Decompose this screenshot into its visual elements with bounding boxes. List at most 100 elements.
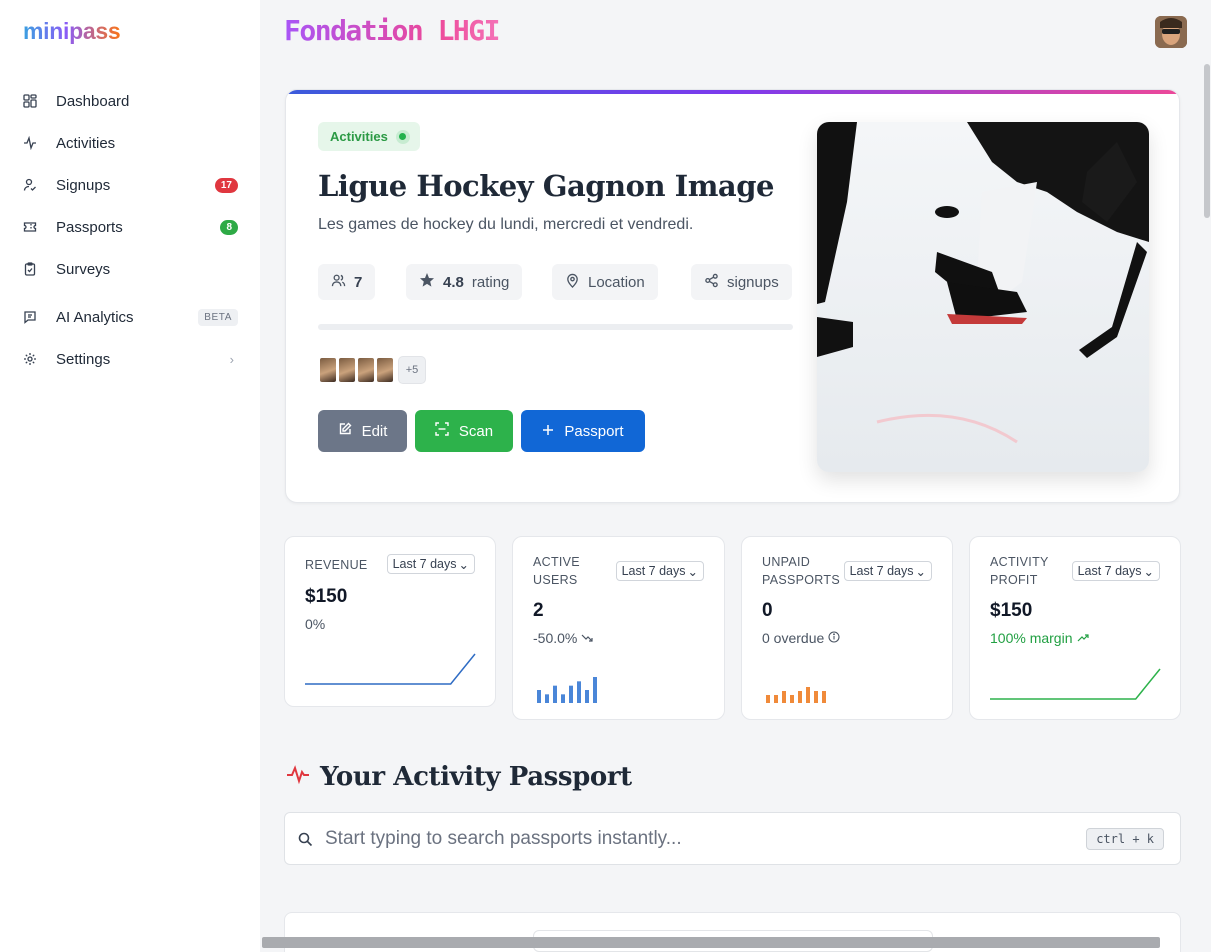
more-participants-count: +5 [398, 356, 426, 384]
participant-avatars[interactable]: +5 [318, 356, 426, 384]
passport-search-input[interactable] [325, 825, 1085, 853]
search-icon [298, 832, 313, 852]
metric-label: ACTIVITY PROFIT [990, 555, 1049, 587]
unpaid-bar-chart [766, 687, 826, 703]
active-users-bar-chart [537, 677, 597, 703]
passports-count-badge: 8 [220, 219, 238, 235]
unpaid-period-select[interactable]: Last 7 days ⌄ [843, 561, 932, 581]
profit-sparkline [990, 668, 1161, 700]
users-count-stat: 7 [318, 264, 376, 300]
sidebar-item-dashboard[interactable]: Dashboard [22, 85, 238, 117]
sidebar-item-label: Signups [56, 176, 111, 194]
metric-label: REVENUE [305, 558, 368, 572]
dashboard-icon [22, 93, 38, 109]
metric-margin-text: 100% margin [990, 630, 1073, 646]
edit-button[interactable]: Edit [318, 410, 407, 452]
period-select-value: Last 7 days [1077, 564, 1142, 578]
beta-badge: BETA [198, 308, 238, 326]
bar [545, 694, 549, 703]
edit-button-label: Edit [361, 422, 388, 440]
user-avatar[interactable] [1155, 16, 1187, 48]
metric-margin: 100% margin [990, 630, 1089, 646]
organization-title: Fondation LHGI [284, 14, 501, 47]
horizontal-scrollbar[interactable] [262, 937, 1160, 948]
bar [553, 685, 557, 703]
metric-value: $150 [305, 586, 348, 607]
map-pin-icon [565, 273, 580, 292]
activity-hero-card: Activities Ligue Hockey Gagnon Image Les… [285, 89, 1180, 503]
section-title: Your Activity Passport [286, 762, 632, 792]
metric-label: UNPAID PASSPORTS [762, 555, 840, 587]
sidebar-item-signups[interactable]: Signups 17 [22, 169, 238, 201]
sidebar-item-passports[interactable]: Passports 8 [22, 211, 238, 243]
revenue-metric-card: REVENUE Last 7 days ⌄ $150 0% [284, 536, 496, 707]
chevron-down-icon: ⌄ [687, 564, 698, 579]
metric-change: -50.0% [533, 630, 593, 646]
period-select-value: Last 7 days [849, 564, 914, 578]
metric-value: 0 [762, 600, 773, 621]
bar [577, 681, 581, 703]
trending-up-icon [1077, 630, 1089, 646]
edit-icon [338, 422, 352, 440]
sidebar: minipass Dashboard Activities Signups 17… [0, 0, 260, 952]
keyboard-shortcut-hint: ctrl + k [1086, 828, 1164, 850]
users-icon [331, 273, 346, 292]
chevron-right-icon: › [229, 351, 234, 367]
active-users-period-select[interactable]: Last 7 days ⌄ [615, 561, 704, 581]
bar [790, 695, 794, 703]
settings-gear-icon [22, 351, 38, 367]
signups-count-badge: 17 [214, 177, 238, 193]
vertical-scrollbar[interactable] [1204, 64, 1210, 218]
sidebar-item-settings[interactable]: Settings › [22, 343, 238, 375]
activity-title: Ligue Hockey Gagnon Image [318, 169, 774, 203]
metric-change: 0% [305, 616, 325, 632]
sidebar-item-activities[interactable]: Activities [22, 127, 238, 159]
metric-overdue-text: 0 overdue [762, 630, 825, 646]
participant-avatar [337, 356, 357, 384]
activity-pulse-icon [286, 762, 310, 792]
rating-label: rating [471, 273, 510, 291]
period-select-value: Last 7 days [392, 557, 457, 571]
status-dot-icon [395, 129, 410, 144]
active-users-metric-card: ACTIVE USERS Last 7 days ⌄ 2 -50.0% [512, 536, 725, 720]
scan-button-label: Scan [458, 422, 494, 440]
rating-value: 4.8 [443, 273, 464, 291]
bar [766, 695, 770, 703]
add-passport-button[interactable]: Passport [521, 410, 645, 452]
bar [806, 687, 810, 703]
period-select-value: Last 7 days [621, 564, 686, 578]
users-count: 7 [354, 273, 363, 291]
section-title-text: Your Activity Passport [320, 762, 632, 792]
rating-stat: 4.8 rating [406, 264, 523, 300]
brand-logo[interactable]: minipass [23, 18, 121, 45]
clipboard-check-icon [22, 261, 38, 277]
trending-down-icon [581, 630, 593, 646]
sidebar-item-label: Dashboard [56, 92, 130, 110]
location-label: Location [588, 273, 645, 291]
bar [798, 691, 802, 703]
sidebar-item-surveys[interactable]: Surveys [22, 253, 238, 285]
bar [593, 677, 597, 703]
sidebar-item-label: Activities [56, 134, 116, 152]
signups-stat[interactable]: signups [691, 264, 792, 300]
metric-change-text: 0% [305, 616, 326, 632]
bar [782, 691, 786, 703]
activity-cover-image [817, 122, 1149, 472]
sidebar-item-ai-analytics[interactable]: AI Analytics BETA [22, 301, 238, 333]
passport-search-box[interactable]: ctrl + k [284, 812, 1181, 865]
bar [822, 691, 826, 703]
capacity-progress-bar [318, 324, 793, 330]
info-icon[interactable] [828, 630, 840, 646]
scan-icon [435, 422, 449, 440]
sidebar-item-label: Surveys [56, 260, 111, 278]
activity-profit-metric-card: ACTIVITY PROFIT Last 7 days ⌄ $150 100% m… [969, 536, 1181, 720]
revenue-period-select[interactable]: Last 7 days ⌄ [386, 554, 475, 574]
share-icon [704, 273, 719, 292]
profit-period-select[interactable]: Last 7 days ⌄ [1071, 561, 1160, 581]
location-stat[interactable]: Location [552, 264, 658, 300]
sidebar-item-label: AI Analytics [56, 308, 134, 326]
revenue-sparkline [305, 653, 476, 685]
activity-status-tag: Activities [318, 122, 420, 151]
plus-icon [542, 423, 554, 440]
scan-button[interactable]: Scan [415, 410, 513, 452]
